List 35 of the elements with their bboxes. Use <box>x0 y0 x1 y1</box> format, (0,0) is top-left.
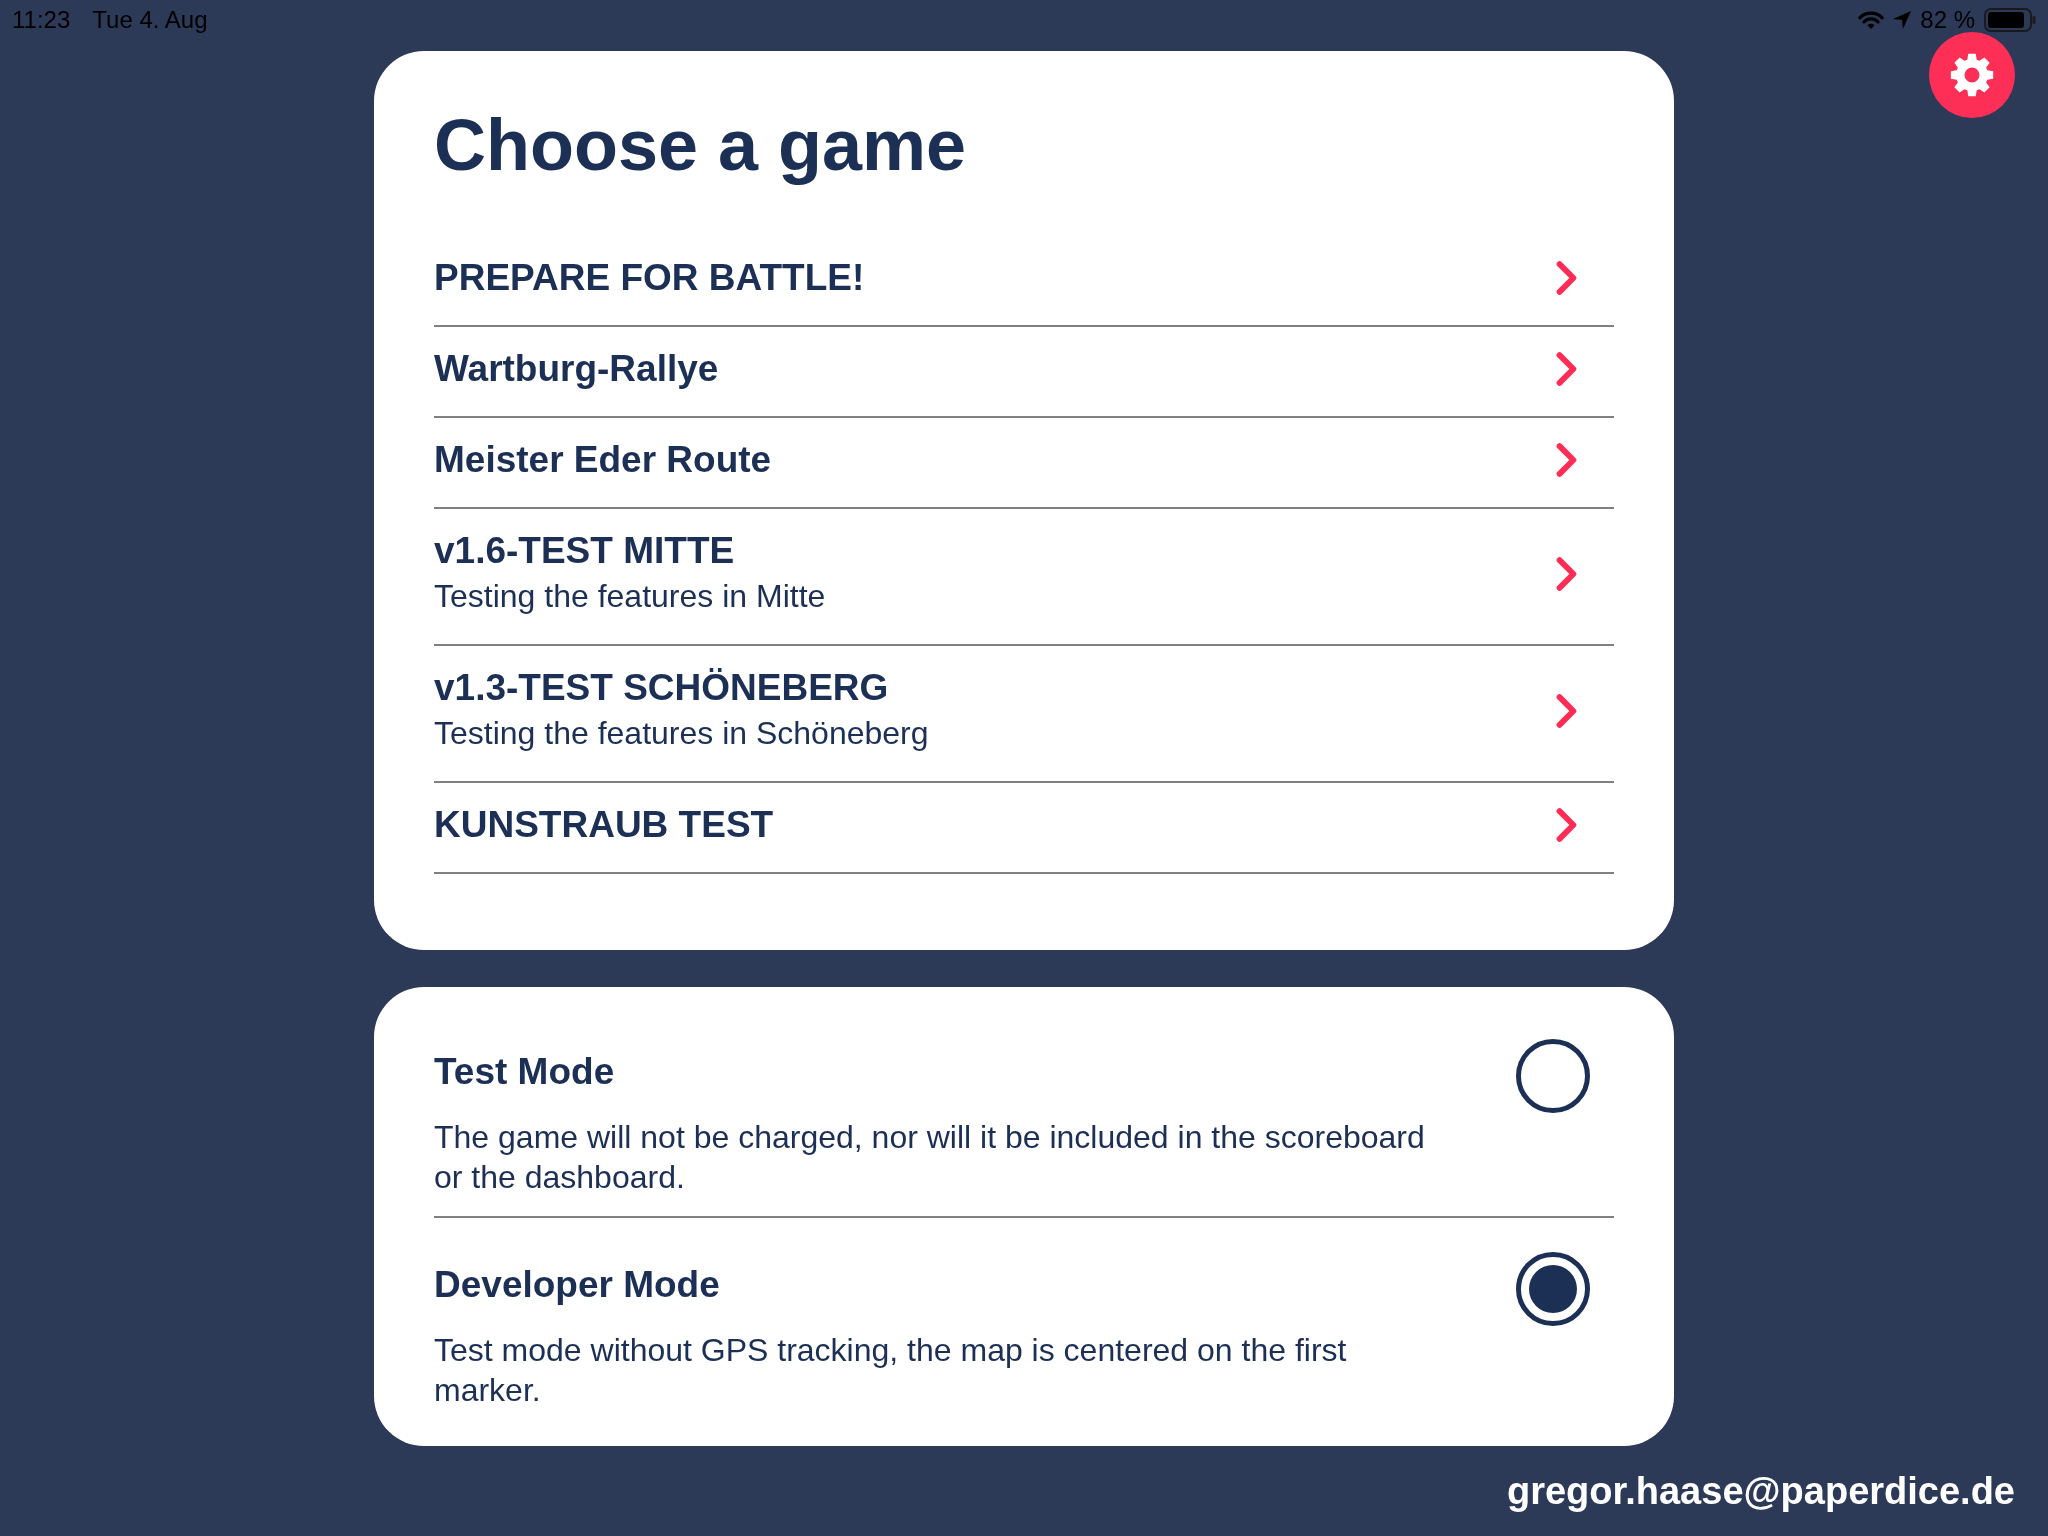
chevron-right-icon <box>1556 352 1578 386</box>
chevron-right-icon <box>1556 443 1578 477</box>
gear-icon <box>1950 53 1994 97</box>
battery-percentage: 82 % <box>1920 5 1975 35</box>
footer-email: gregor.haase@paperdice.de <box>1506 1469 2015 1514</box>
game-list-item[interactable]: v1.6-TEST MITTE Testing the features in Mitte <box>434 509 1614 646</box>
chevron-right-icon <box>1556 694 1578 728</box>
battery-icon <box>1984 8 2036 32</box>
game-list-item[interactable]: PREPARE FOR BATTLE! <box>434 236 1614 327</box>
wifi-icon <box>1858 10 1885 30</box>
game-title: Meister Eder Route <box>434 438 772 482</box>
location-arrow-icon <box>1893 11 1912 29</box>
mode-description: The game will not be charged, nor will it be included in the scoreboard or the dashboard. <box>434 1118 1426 1197</box>
mode-title: Developer Mode <box>434 1263 720 1307</box>
chevron-right-icon <box>1556 557 1578 591</box>
radio-button[interactable] <box>1516 1039 1590 1113</box>
game-description: Testing the features in Mitte <box>434 577 826 616</box>
game-list-item[interactable]: Meister Eder Route <box>434 418 1614 509</box>
status-time: 11:23 <box>12 5 71 35</box>
mode-title: Test Mode <box>434 1050 615 1094</box>
mode-description: Test mode without GPS tracking, the map is centered on the first marker. <box>434 1331 1348 1410</box>
status-date: Tue 4. Aug <box>92 5 208 35</box>
chevron-right-icon <box>1556 261 1578 295</box>
game-title: PREPARE FOR BATTLE! <box>434 256 865 300</box>
card-title: Choose a game <box>434 104 968 187</box>
game-title: v1.6-TEST MITTE <box>434 529 735 573</box>
game-title: v1.3-TEST SCHÖNEBERG <box>434 666 889 710</box>
chevron-right-icon <box>1556 808 1578 842</box>
game-title: Wartburg-Rallye <box>434 347 719 391</box>
game-title: KUNSTRAUB TEST <box>434 803 774 847</box>
game-list-item[interactable]: KUNSTRAUB TEST <box>434 783 1614 874</box>
game-list-item[interactable]: Wartburg-Rallye <box>434 327 1614 418</box>
game-list-item[interactable]: v1.3-TEST SCHÖNEBERG Testing the features in Schöneberg <box>434 646 1614 783</box>
radio-button[interactable] <box>1516 1252 1590 1326</box>
game-description: Testing the features in Schöneberg <box>434 714 929 753</box>
